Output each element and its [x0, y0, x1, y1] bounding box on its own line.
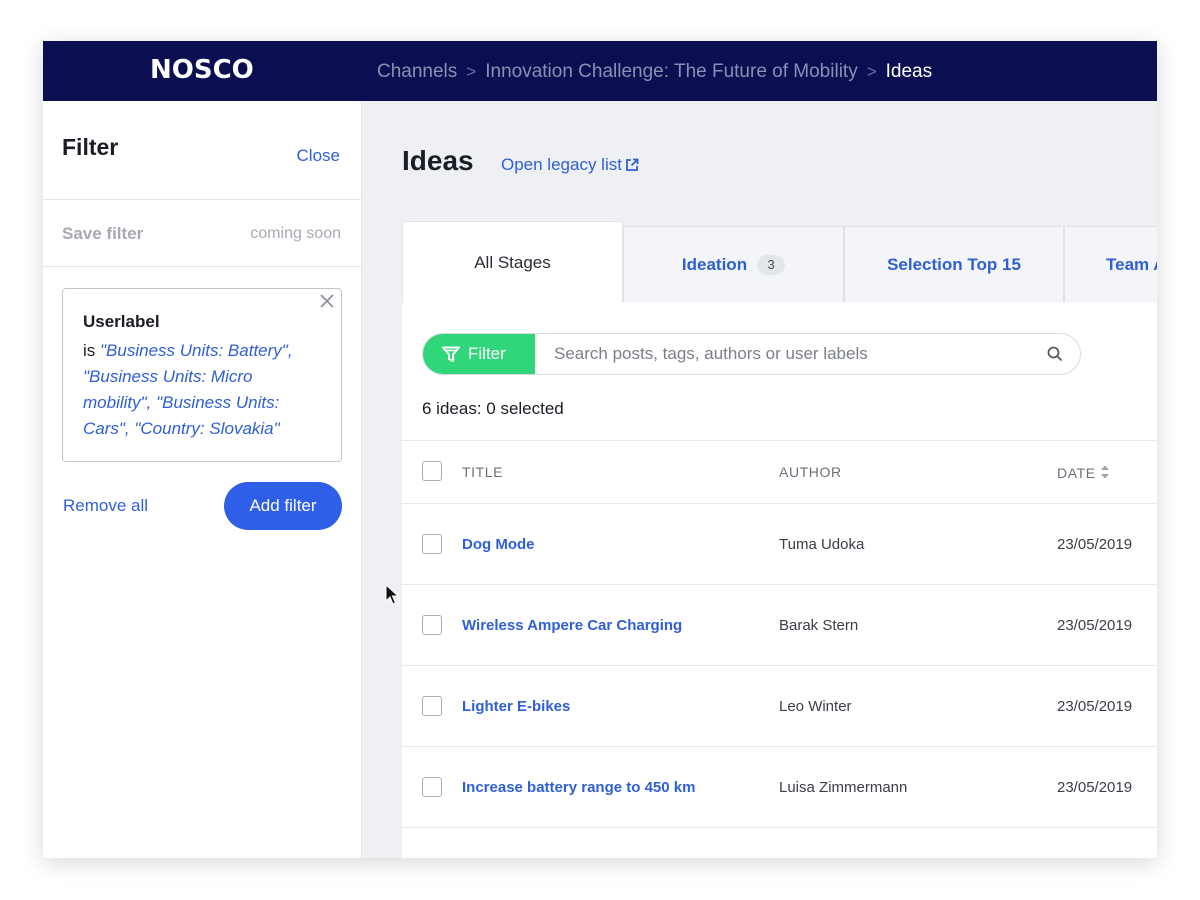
- search-input[interactable]: [535, 334, 1035, 374]
- column-title[interactable]: TITLE: [462, 464, 503, 480]
- idea-date: 23/05/2019: [1057, 536, 1133, 553]
- filter-field-label: Userlabel: [83, 312, 160, 331]
- table-row: Lighter E-bikes Leo Winter 23/05/2019: [402, 666, 1157, 747]
- tab-all-stages[interactable]: All Stages: [402, 221, 623, 303]
- idea-author: Tuma Udoka: [779, 536, 865, 553]
- table-row: Dog Mode Tuma Udoka 23/05/2019: [402, 504, 1157, 585]
- sort-icon[interactable]: [1100, 464, 1110, 480]
- idea-author: Barak Stern: [779, 617, 859, 634]
- divider: [43, 266, 362, 267]
- top-bar: NOSCO Channels > Innovation Challenge: The…: [43, 41, 1157, 101]
- row-checkbox[interactable]: [422, 696, 442, 716]
- stage-tabs: All Stages Ideation 3 Selection Top 15 T…: [402, 221, 1157, 303]
- tab-ideation[interactable]: Ideation 3: [623, 226, 844, 302]
- idea-date: 23/05/2019: [1057, 698, 1133, 715]
- idea-author: Leo Winter: [779, 698, 852, 715]
- tab-label: Selection Top 15: [887, 254, 1021, 274]
- remove-all-button[interactable]: Remove all: [63, 496, 148, 516]
- table-header: TITLE AUTHOR DATE: [402, 440, 1157, 504]
- close-sidebar-button[interactable]: Close: [297, 146, 340, 166]
- breadcrumb: Channels > Innovation Challenge: The Futur…: [377, 61, 932, 83]
- table-row: Increase battery range to 450 km Luisa Z…: [402, 747, 1157, 828]
- tab-selection-top-15[interactable]: Selection Top 15: [844, 226, 1064, 302]
- count-badge: 3: [757, 254, 786, 275]
- tab-team-a[interactable]: Team A: [1064, 226, 1157, 302]
- app-window: NOSCO Channels > Innovation Challenge: The…: [43, 41, 1157, 858]
- idea-title-link[interactable]: Wireless Ampere Car Charging: [462, 617, 682, 634]
- breadcrumb-separator: >: [466, 62, 477, 81]
- active-filter-card: Userlabel is "Business Units: Battery", …: [62, 288, 342, 462]
- idea-date: 23/05/2019: [1057, 617, 1133, 634]
- search-icon[interactable]: [1047, 346, 1063, 362]
- legacy-link-label: Open legacy list: [501, 155, 622, 174]
- filter-button-label: Filter: [468, 344, 506, 363]
- selection-count: 6 ideas: 0 selected: [422, 399, 564, 418]
- close-icon[interactable]: [319, 293, 335, 309]
- tab-label: All Stages: [474, 252, 551, 272]
- filter-values: "Business Units: Battery", "Business Uni…: [83, 341, 293, 438]
- column-author[interactable]: AUTHOR: [779, 464, 842, 480]
- row-checkbox[interactable]: [422, 534, 442, 554]
- filter-sidebar: Filter Close Save filter coming soon Use…: [43, 101, 362, 858]
- tab-label: Ideation: [681, 254, 748, 274]
- search-bar: Filter: [422, 333, 1081, 375]
- idea-title-link[interactable]: Lighter E-bikes: [462, 698, 570, 715]
- page-title: Ideas: [402, 145, 474, 176]
- column-date[interactable]: DATE: [1057, 464, 1110, 481]
- column-date-label: DATE: [1057, 465, 1096, 481]
- breadcrumb-challenge[interactable]: Innovation Challenge: The Future of Mobi…: [485, 61, 857, 82]
- idea-author: Luisa Zimmermann: [779, 779, 908, 796]
- funnel-icon: [442, 346, 460, 362]
- logo[interactable]: NOSCO: [150, 55, 254, 85]
- sidebar-title: Filter: [62, 134, 119, 160]
- coming-soon-note: coming soon: [250, 225, 341, 242]
- tab-label: Team A: [1106, 254, 1157, 274]
- idea-date: 23/05/2019: [1057, 779, 1133, 796]
- table-row: Wireless Ampere Car Charging Barak Stern…: [402, 585, 1157, 666]
- ideas-panel: Filter 6 ideas: 0 selected TITLE AUTHOR …: [402, 302, 1157, 858]
- idea-title-link[interactable]: Dog Mode: [462, 536, 535, 553]
- filter-condition: is "Business Units: Battery", "Business …: [83, 338, 323, 442]
- idea-title-link[interactable]: Increase battery range to 450 km: [462, 779, 695, 796]
- add-filter-button[interactable]: Add filter: [224, 482, 342, 530]
- breadcrumb-separator: >: [866, 62, 877, 81]
- open-legacy-list-link[interactable]: Open legacy list: [501, 155, 639, 175]
- divider: [43, 199, 362, 200]
- filter-operator: is: [83, 341, 96, 360]
- row-checkbox[interactable]: [422, 777, 442, 797]
- row-checkbox[interactable]: [422, 615, 442, 635]
- breadcrumb-channels[interactable]: Channels: [377, 61, 457, 82]
- breadcrumb-current: Ideas: [885, 61, 933, 82]
- save-filter-button[interactable]: Save filter: [62, 224, 143, 244]
- mouse-cursor-icon: [385, 584, 399, 605]
- filter-button[interactable]: Filter: [423, 334, 535, 374]
- select-all-checkbox[interactable]: [422, 461, 442, 481]
- external-link-icon: [626, 158, 639, 171]
